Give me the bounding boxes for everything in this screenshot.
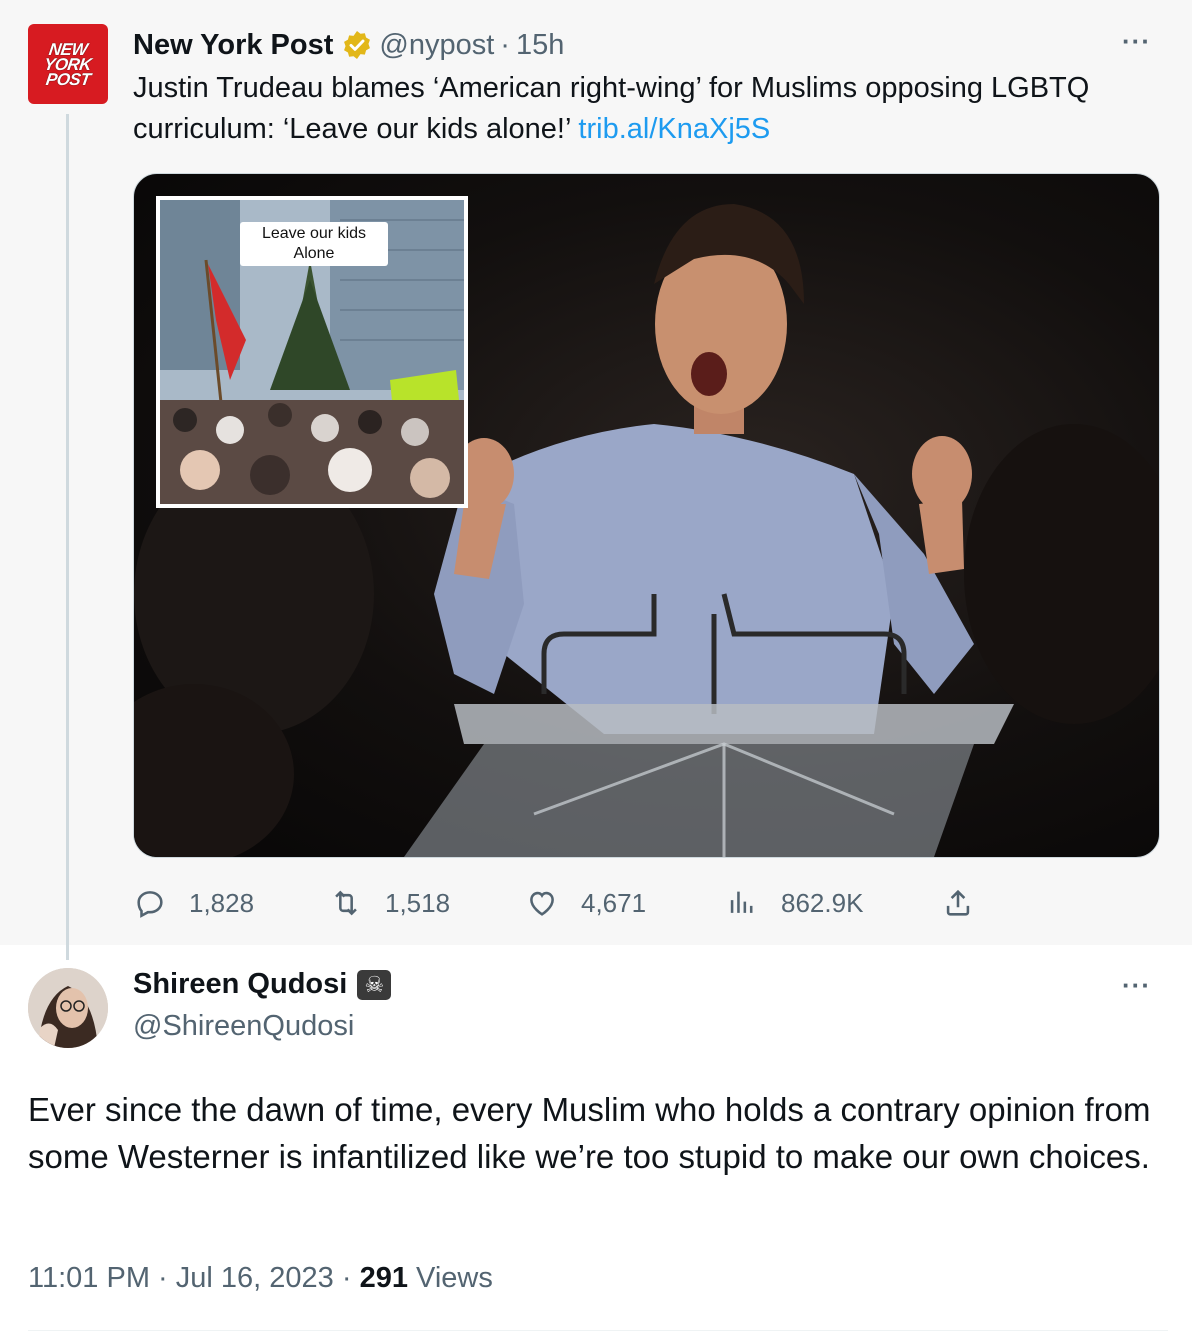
author-handle[interactable]: @ShireenQudosi: [133, 1010, 354, 1043]
tweet-time[interactable]: 15h: [516, 29, 564, 62]
skull-crossbones-icon: ☠: [357, 969, 392, 1000]
retweet-count: 1,518: [385, 887, 451, 918]
tweet-text: Ever since the dawn of time, every Musli…: [28, 1091, 1151, 1175]
author-name[interactable]: New York Post: [133, 29, 333, 62]
thread-line: [66, 114, 69, 960]
more-options-icon[interactable]: ···: [1122, 970, 1151, 1001]
tweet-date[interactable]: Jul 16, 2023: [176, 1262, 334, 1294]
tweet-meta: 11:01 PM · Jul 16, 2023 · 291 Views: [28, 1262, 493, 1295]
inset-caption: Leave our kids Alone: [240, 222, 388, 266]
tweet-image[interactable]: Leave our kids Alone: [133, 173, 1160, 858]
analytics-icon: [730, 891, 753, 913]
views-button[interactable]: 862.9K: [725, 880, 863, 926]
like-button[interactable]: 4,671: [525, 880, 646, 926]
verified-gold-badge-icon: [344, 31, 371, 59]
divider: [28, 1330, 1168, 1331]
retweet-button[interactable]: 1,518: [329, 880, 450, 926]
logo-line: POST: [44, 69, 92, 89]
reply-icon: [137, 891, 163, 918]
separator: ·: [500, 28, 510, 61]
profile-photo: [28, 968, 108, 1048]
retweet-icon: [335, 890, 357, 916]
more-options-icon[interactable]: ···: [1122, 26, 1151, 57]
tweet-actions: 1,828 1,518 4,671 862.9K: [133, 880, 1133, 926]
author-name-row: Shireen Qudosi ☠: [133, 968, 392, 1001]
quoted-tweet-header: New York Post @nypost · 15h: [133, 26, 564, 64]
protest-inset-image: Leave our kids Alone: [156, 196, 468, 508]
separator: ·: [158, 1262, 168, 1294]
quoted-tweet[interactable]: NEW YORK POST New York Post @nypost · 15…: [0, 0, 1192, 960]
view-count: 862.9K: [781, 887, 864, 918]
author-avatar[interactable]: [28, 968, 108, 1048]
separator: ·: [341, 1262, 352, 1294]
reply-count: 1,828: [189, 887, 255, 918]
author-name[interactable]: Shireen Qudosi: [133, 968, 347, 1001]
views-label: Views: [416, 1262, 493, 1294]
share-button[interactable]: [941, 880, 997, 926]
share-icon: [946, 889, 970, 916]
like-count: 4,671: [581, 887, 647, 918]
nypost-avatar[interactable]: NEW YORK POST: [28, 24, 108, 104]
author-handle[interactable]: @nypost: [379, 29, 494, 62]
views-count: 291: [359, 1262, 408, 1294]
article-link[interactable]: trib.al/KnaXj5S: [578, 113, 770, 145]
tweet-time[interactable]: 11:01 PM: [28, 1262, 150, 1294]
heart-icon: [530, 891, 554, 916]
reply-button[interactable]: 1,828: [133, 880, 254, 926]
quoted-tweet-text: Justin Trudeau blames ‘American right-wi…: [133, 68, 1163, 150]
